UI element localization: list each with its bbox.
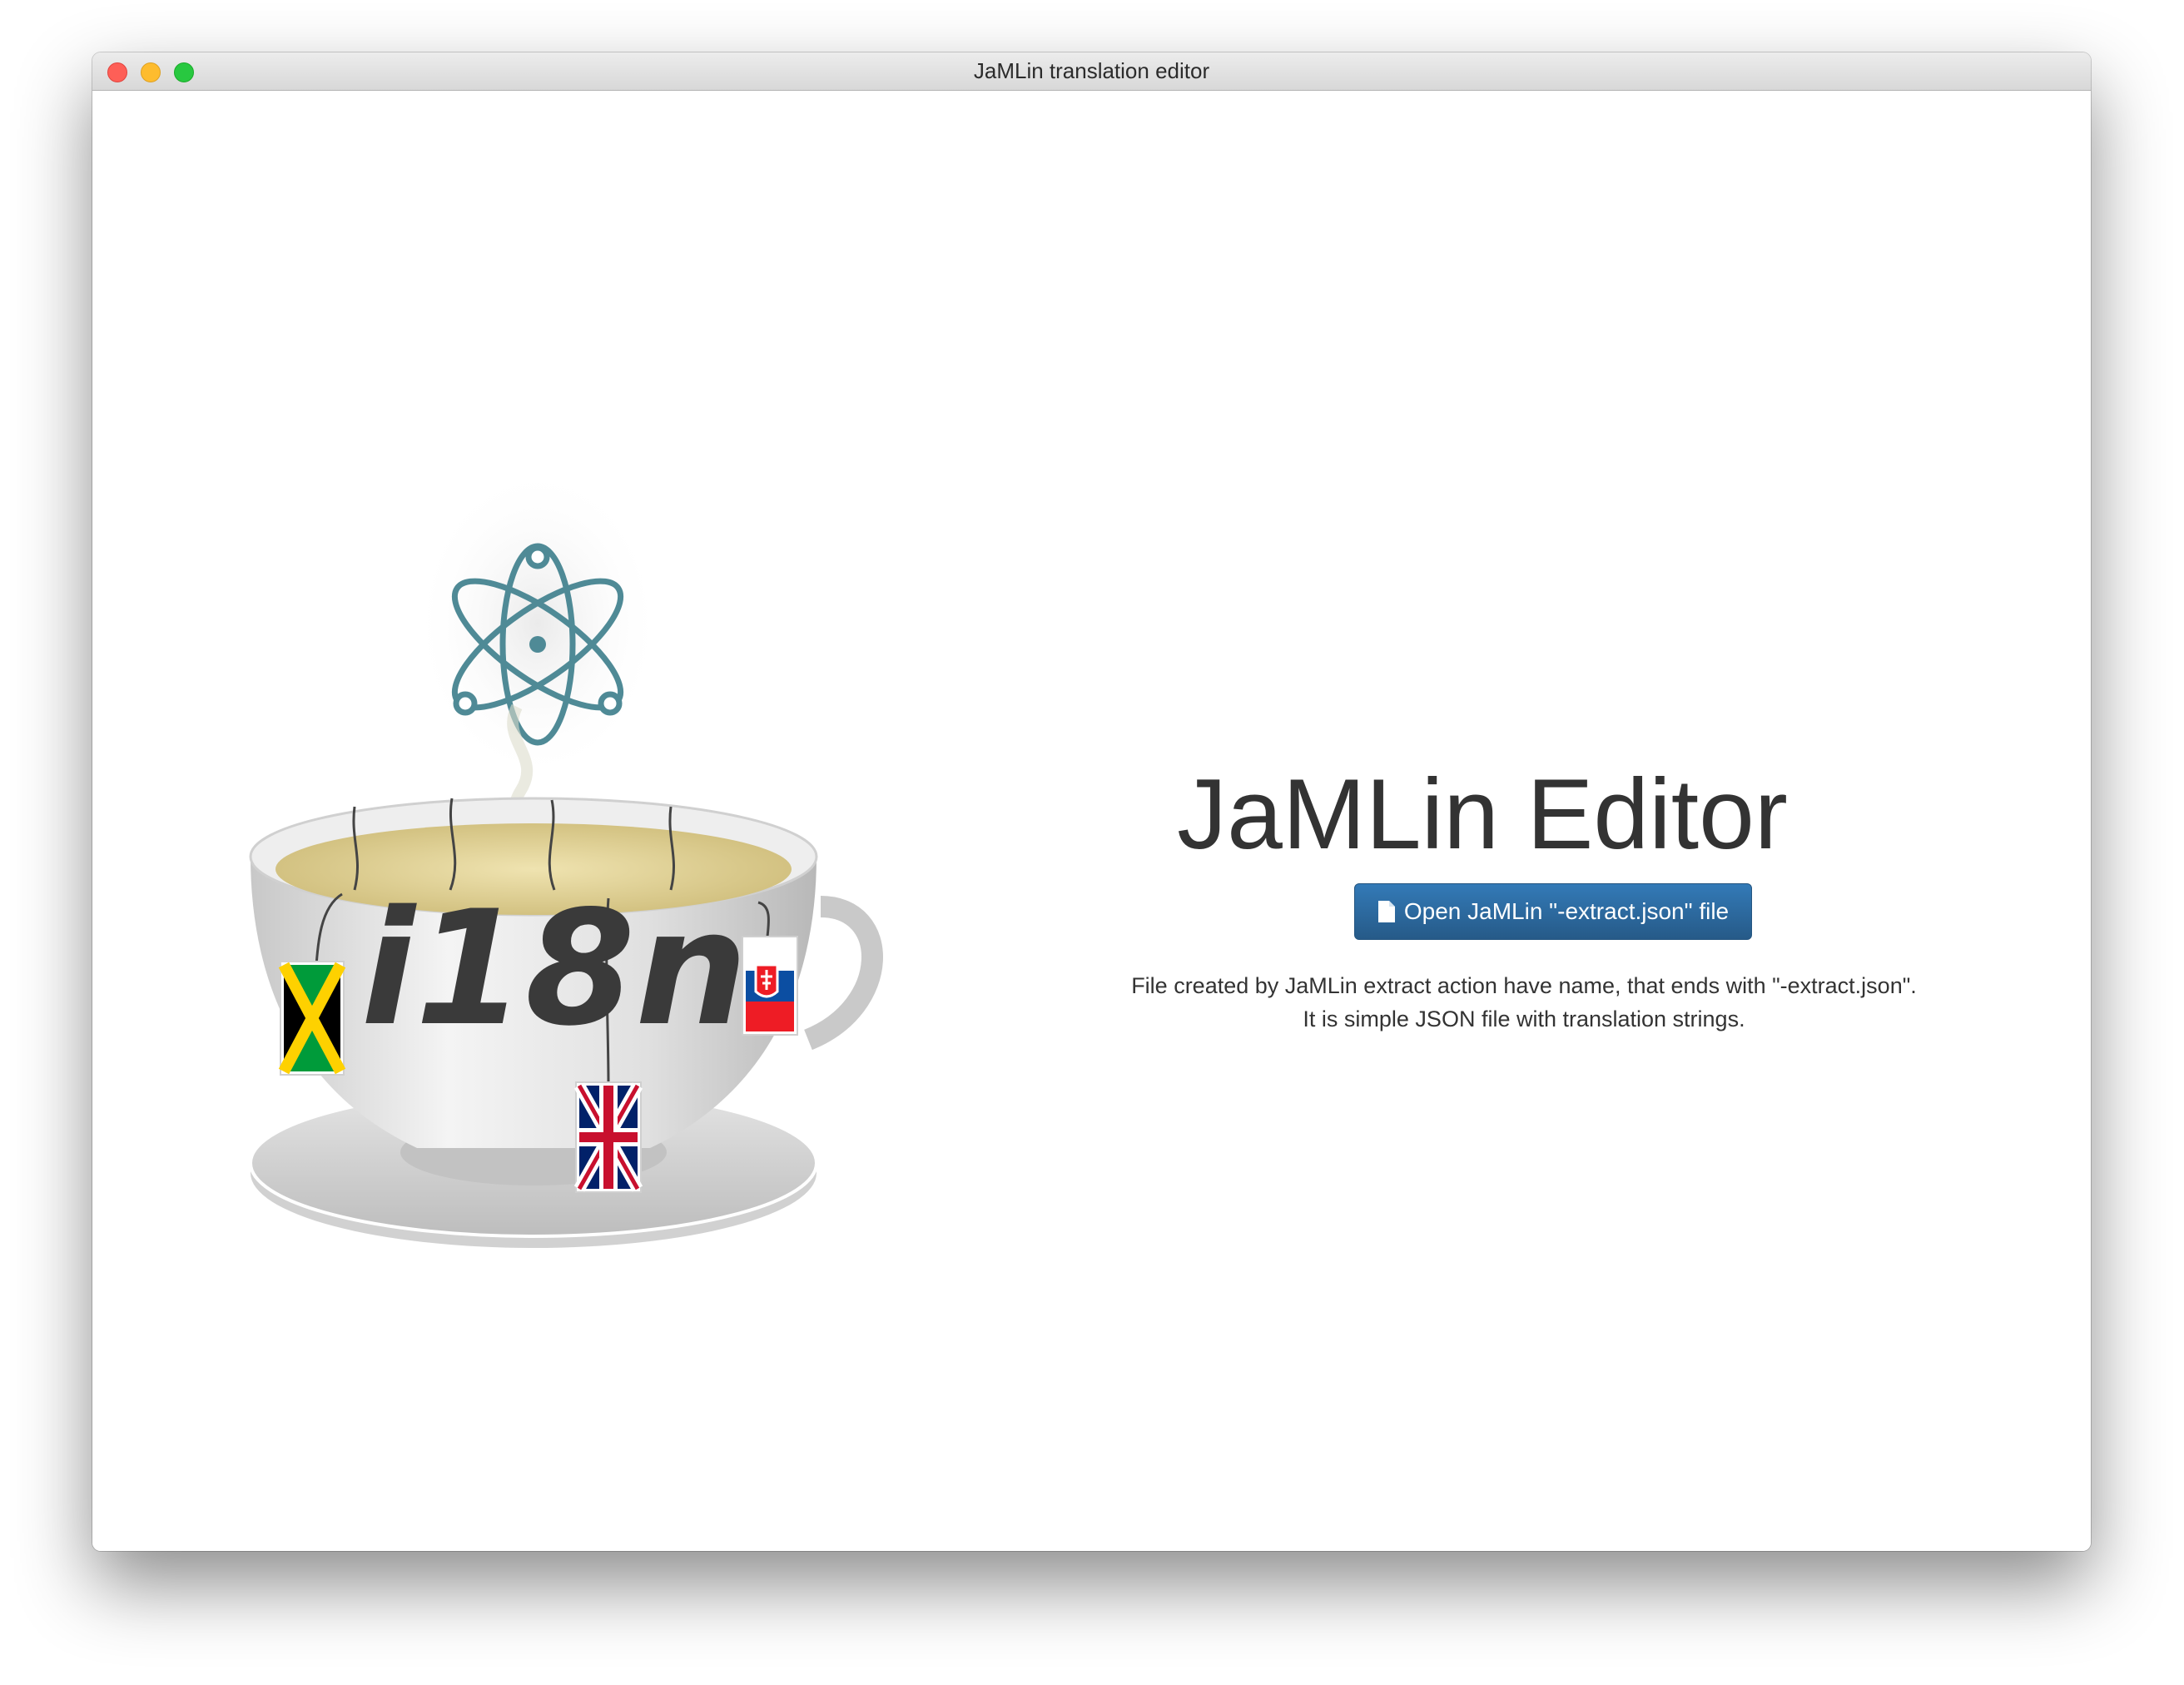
file-icon [1377, 901, 1395, 922]
app-window: JaMLin translation editor i18n JaMLin Ed… [92, 52, 2091, 1551]
main-content: i18n JaMLin Editor Open JaMLin "-extract… [92, 91, 2091, 1551]
slovakia-flag [742, 936, 798, 1036]
window-title: JaMLin translation editor [973, 58, 1210, 83]
description-line-2: It is simple JSON file with translation … [1303, 1007, 1745, 1031]
page-title: JaMLin Editor [1177, 758, 1788, 870]
open-button-label: Open JaMLin "-extract.json" file [1403, 898, 1730, 924]
open-extract-file-button[interactable]: Open JaMLin "-extract.json" file [1354, 883, 1752, 940]
uk-flag [573, 1081, 643, 1193]
title-bar[interactable]: JaMLin translation editor [92, 52, 2091, 91]
description-line-1: File created by JaMLin extract action ha… [1131, 973, 1917, 998]
i18n-teacup-logo: i18n [249, 465, 883, 1248]
i18n-logo-text: i18n [361, 877, 748, 1061]
jamaica-flag [278, 961, 346, 1076]
